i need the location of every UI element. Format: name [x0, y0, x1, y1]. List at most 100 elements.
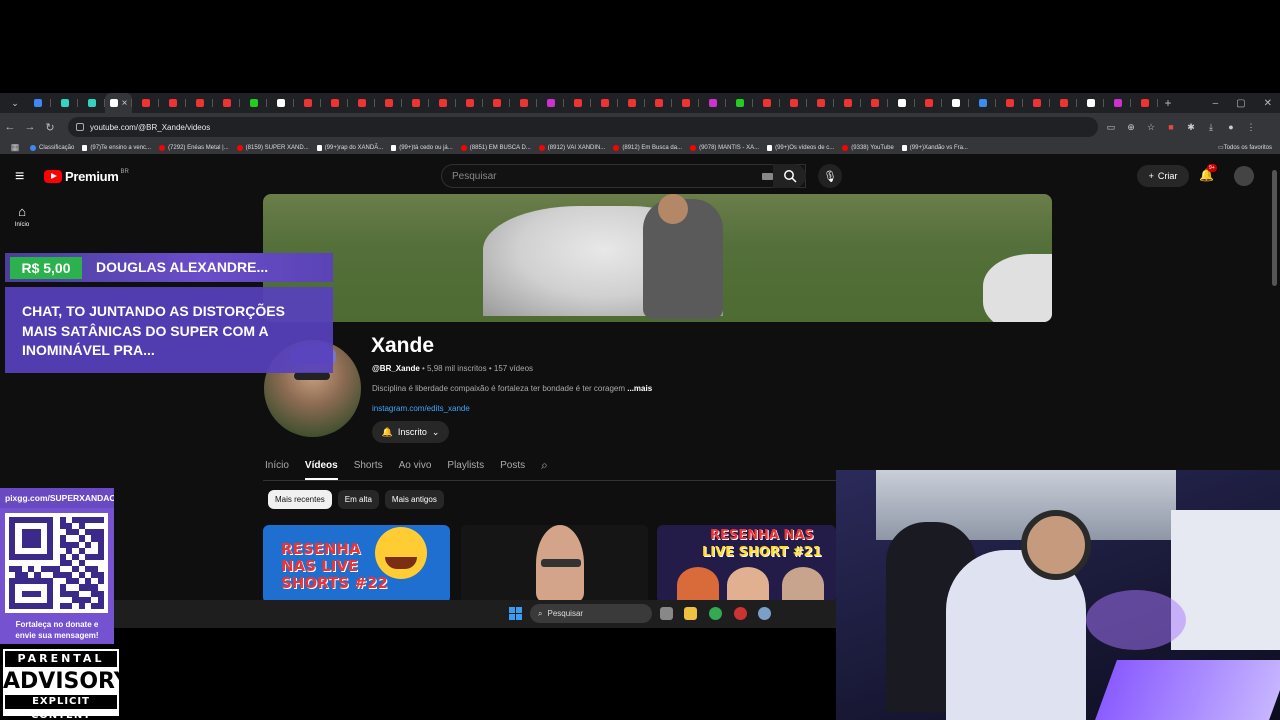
- browser-tab[interactable]: [996, 93, 1023, 113]
- browser-tab[interactable]: [402, 93, 429, 113]
- bookmark-item[interactable]: (99+)tá cedo ou já...: [391, 144, 453, 151]
- subscribed-button[interactable]: 🔔 Inscrito ⌄: [372, 421, 449, 443]
- channel-search-icon[interactable]: ⌕: [541, 458, 548, 480]
- create-button[interactable]: + Criar: [1137, 165, 1189, 187]
- notifications-button[interactable]: 🔔 9+: [1199, 164, 1217, 182]
- zoom-icon[interactable]: ⊕: [1124, 120, 1138, 134]
- search-button[interactable]: [773, 164, 806, 188]
- page-scrollbar[interactable]: [1272, 170, 1277, 286]
- channel-link[interactable]: instagram.com/edits_xande: [372, 404, 470, 413]
- bookmark-star-icon[interactable]: ☆: [1144, 120, 1158, 134]
- extension-icon[interactable]: ■: [1164, 120, 1178, 134]
- browser-tab[interactable]: [51, 93, 78, 113]
- bookmark-item[interactable]: (99+)Os vídeos de c...: [767, 144, 834, 151]
- browser-tab[interactable]: [375, 93, 402, 113]
- sort-chip[interactable]: Em alta: [337, 490, 379, 509]
- search-input[interactable]: Pesquisar: [441, 164, 806, 188]
- downloads-icon[interactable]: ⤓: [1204, 120, 1218, 134]
- tab-search-icon[interactable]: ⌄: [6, 93, 24, 113]
- channel-tab[interactable]: Vídeos: [304, 460, 338, 480]
- browser-tab[interactable]: [699, 93, 726, 113]
- url-field[interactable]: youtube.com/@BR_Xande/videos: [68, 117, 1098, 137]
- bookmark-item[interactable]: (7292) Enéas Metal |...: [159, 144, 229, 151]
- apps-icon[interactable]: ▦: [8, 141, 22, 154]
- browser-tab[interactable]: [618, 93, 645, 113]
- cast-icon[interactable]: ▭: [1104, 120, 1118, 134]
- close-window-icon[interactable]: ✕: [1264, 98, 1272, 109]
- browser-tab[interactable]: [753, 93, 780, 113]
- more-link[interactable]: ...mais: [627, 384, 652, 393]
- taskbar-search[interactable]: ⌕ Pesquisar: [530, 604, 652, 623]
- browser-tab[interactable]: [969, 93, 996, 113]
- browser-tab[interactable]: [942, 93, 969, 113]
- bookmark-item[interactable]: (9338) YouTube: [842, 144, 894, 151]
- account-avatar[interactable]: [1234, 166, 1254, 186]
- bookmark-item[interactable]: Classificação: [30, 144, 74, 151]
- sidebar-item-home[interactable]: ⌂ Início: [6, 204, 38, 228]
- channel-tab[interactable]: Posts: [500, 460, 525, 480]
- profile-icon[interactable]: ●: [1224, 120, 1238, 134]
- bookmark-item[interactable]: (8912) VAI XANDIN...: [538, 144, 605, 151]
- browser-tab[interactable]: [483, 93, 510, 113]
- browser-tab[interactable]: [240, 93, 267, 113]
- youtube-premium-logo[interactable]: Premium BR: [44, 169, 129, 184]
- browser-tab[interactable]: [429, 93, 456, 113]
- browser-tab[interactable]: [726, 93, 753, 113]
- tab-close-icon[interactable]: ×: [122, 98, 128, 109]
- all-bookmarks[interactable]: ▭ Todos os favoritos: [1218, 141, 1272, 154]
- sort-chip[interactable]: Mais recentes: [268, 490, 332, 509]
- browser-tab[interactable]: [861, 93, 888, 113]
- browser-tab[interactable]: [213, 93, 240, 113]
- browser-tab[interactable]: [294, 93, 321, 113]
- bookmark-item[interactable]: (99+)rap do XANDÃ...: [316, 144, 383, 151]
- menu-icon[interactable]: ≡: [15, 169, 29, 185]
- bookmark-item[interactable]: (8912) Em Busca da...: [613, 144, 682, 151]
- microphone-button[interactable]: 🎙: [818, 164, 842, 188]
- browser-tab[interactable]: [1050, 93, 1077, 113]
- reload-icon[interactable]: ↻: [40, 121, 60, 134]
- browser-tab[interactable]: [1131, 93, 1158, 113]
- browser-tab[interactable]: [537, 93, 564, 113]
- browser-tab[interactable]: [915, 93, 942, 113]
- browser-tab[interactable]: [186, 93, 213, 113]
- browser-tab[interactable]: [510, 93, 537, 113]
- forward-icon[interactable]: →: [20, 121, 40, 133]
- channel-tab[interactable]: Playlists: [447, 460, 484, 480]
- back-icon[interactable]: ←: [0, 121, 20, 133]
- site-info-icon[interactable]: [76, 123, 84, 131]
- bookmark-item[interactable]: (8851) EM BUSCA D...: [460, 144, 531, 151]
- browser-menu-icon[interactable]: ⋮: [1244, 120, 1258, 134]
- video-thumbnail[interactable]: [461, 525, 648, 603]
- browser-tab[interactable]: [159, 93, 186, 113]
- browser-tab[interactable]: [834, 93, 861, 113]
- sort-chip[interactable]: Mais antigos: [384, 490, 444, 509]
- channel-tab[interactable]: Shorts: [354, 460, 383, 480]
- maximize-icon[interactable]: ▢: [1236, 98, 1245, 109]
- browser-tab[interactable]: [348, 93, 375, 113]
- video-thumbnail[interactable]: RESENHA NAS LIVE SHORTS #22: [263, 525, 450, 603]
- bookmark-item[interactable]: (99+)Xandão vs Fra...: [901, 144, 968, 151]
- browser-tab[interactable]: [78, 93, 105, 113]
- browser-tab[interactable]: [1023, 93, 1050, 113]
- bookmark-item[interactable]: (9078) MANTIS - XA...: [690, 144, 759, 151]
- task-view-icon[interactable]: [660, 607, 673, 620]
- browser-tab[interactable]: [1077, 93, 1104, 113]
- channel-description[interactable]: Disciplina é liberdade compaixão é forta…: [372, 384, 652, 393]
- extensions-icon[interactable]: ✱: [1184, 120, 1198, 134]
- browser-tab[interactable]: [591, 93, 618, 113]
- browser-tab[interactable]: [456, 93, 483, 113]
- video-thumbnail[interactable]: RESENHA NAS LIVE SHORT #21: [657, 525, 836, 603]
- browser-tab[interactable]: [321, 93, 348, 113]
- browser-tab[interactable]: [132, 93, 159, 113]
- settings-icon[interactable]: [758, 607, 771, 620]
- browser-tab[interactable]: [780, 93, 807, 113]
- browser-tab[interactable]: [267, 93, 294, 113]
- browser-tab[interactable]: [807, 93, 834, 113]
- keyboard-icon[interactable]: [762, 173, 773, 180]
- browser-tab[interactable]: [1104, 93, 1131, 113]
- new-tab-icon[interactable]: +: [1158, 96, 1178, 110]
- minimize-icon[interactable]: –: [1213, 98, 1219, 109]
- file-explorer-icon[interactable]: [684, 607, 697, 620]
- channel-tab[interactable]: Início: [265, 460, 289, 480]
- windows-start-icon[interactable]: [509, 607, 522, 620]
